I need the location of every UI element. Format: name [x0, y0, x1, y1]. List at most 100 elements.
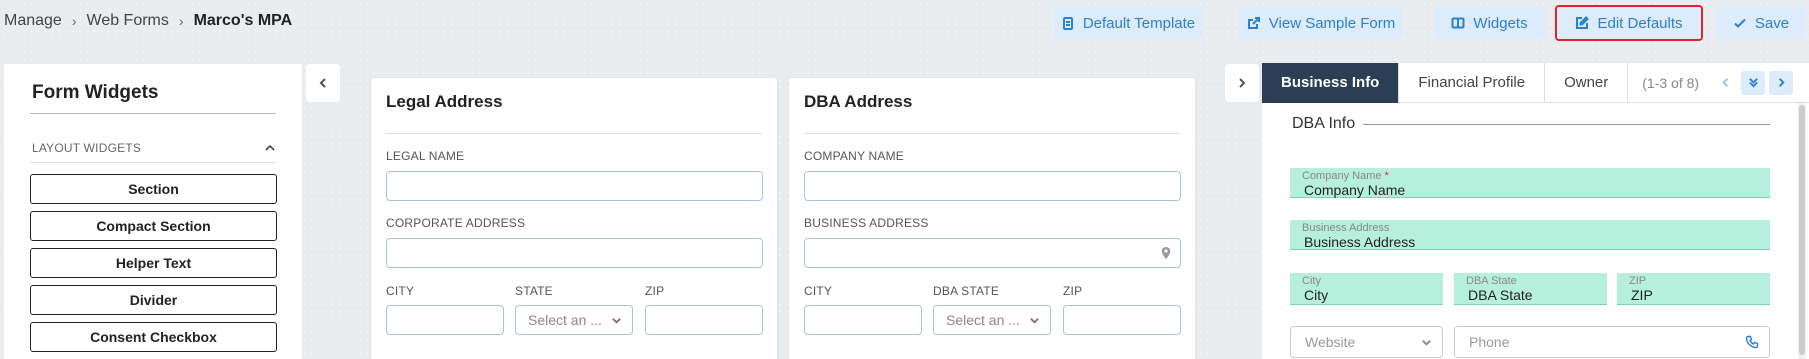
legal-address-card: Legal Address LEGAL NAME CORPORATE ADDRE…	[371, 78, 777, 359]
corporate-address-input[interactable]	[386, 238, 763, 268]
chevron-down-icon	[1422, 339, 1431, 346]
dba-info-legend: DBA Info	[1292, 115, 1364, 133]
tab-pager-text: (1-3 of 8)	[1642, 74, 1700, 91]
chevron-right-icon	[1239, 78, 1246, 88]
widget-consent-checkbox[interactable]: Consent Checkbox	[30, 322, 277, 352]
dba-address-card: DBA Address COMPANY NAME BUSINESS ADDRES…	[789, 78, 1195, 359]
widgets-panel-title: Form Widgets	[32, 82, 159, 103]
chevron-right-icon	[1778, 78, 1785, 87]
widgets-label: Widgets	[1473, 14, 1528, 32]
preview-website-placeholder: Website	[1305, 334, 1356, 350]
tab-financial-profile[interactable]: Financial Profile	[1399, 62, 1546, 103]
divider	[804, 133, 1180, 134]
zip-label: ZIP	[645, 284, 665, 298]
preview-phone-placeholder: Phone	[1469, 334, 1510, 350]
business-address-label: BUSINESS ADDRESS	[804, 216, 929, 230]
form-widgets-panel: Form Widgets LAYOUT WIDGETS Section Comp…	[4, 64, 302, 359]
columns-icon	[1451, 17, 1465, 29]
preview-zip-field[interactable]: ZIP ZIP	[1617, 273, 1770, 305]
preview-phone-input[interactable]: Phone	[1454, 326, 1770, 358]
preview-tabs: Business Info Financial Profile Owner (1…	[1262, 62, 1809, 103]
widget-divider[interactable]: Divider	[30, 285, 277, 315]
layout-widgets-label: LAYOUT WIDGETS	[32, 141, 142, 155]
chevron-right-icon: ›	[178, 13, 184, 29]
chevron-left-icon	[319, 78, 326, 88]
required-mark: *	[1384, 170, 1389, 182]
chevron-up-icon	[265, 144, 275, 151]
tab-business-info[interactable]: Business Info	[1262, 62, 1400, 103]
preview-dba-state-label: DBA State	[1466, 275, 1517, 287]
chevron-down-icon	[1030, 317, 1039, 324]
clipboard-icon	[1062, 17, 1073, 30]
city-input[interactable]	[386, 305, 504, 335]
edit-defaults-label: Edit Defaults	[1597, 14, 1683, 32]
save-label: Save	[1754, 14, 1790, 32]
map-pin-icon	[1161, 247, 1171, 259]
preview-company-name-label: Company Name *	[1302, 170, 1389, 182]
state-select-placeholder: Select an ...	[528, 312, 602, 328]
collapse-left-panel-button[interactable]	[306, 64, 340, 102]
layout-widgets-header[interactable]: LAYOUT WIDGETS	[32, 141, 276, 155]
check-icon	[1734, 18, 1746, 28]
chevron-down-icon	[612, 317, 621, 324]
preview-company-name-field[interactable]: Company Name * Company Name	[1290, 168, 1770, 198]
legal-address-title: Legal Address	[386, 92, 503, 111]
collapse-right-panel-button[interactable]	[1225, 64, 1259, 102]
breadcrumb-web-forms[interactable]: Web Forms	[87, 12, 169, 30]
tab-list-button[interactable]	[1741, 70, 1766, 95]
state-select[interactable]: Select an ...	[515, 305, 633, 335]
city-label: CITY	[386, 284, 415, 298]
chevron-right-icon: ›	[71, 13, 77, 29]
prev-tab-button[interactable]	[1713, 71, 1737, 95]
edit-defaults-button[interactable]: Edit Defaults	[1555, 5, 1703, 41]
widgets-button[interactable]: Widgets	[1434, 7, 1545, 39]
next-tab-button[interactable]	[1769, 70, 1794, 95]
preview-business-address-field[interactable]: Business Address Business Address	[1290, 220, 1770, 250]
company-name-label: COMPANY NAME	[804, 149, 904, 163]
zip-input[interactable]	[1063, 305, 1181, 335]
city-input[interactable]	[804, 305, 922, 335]
preview-business-address-label: Business Address	[1302, 222, 1390, 234]
preview-business-address-value: Business Address	[1304, 234, 1416, 250]
phone-icon	[1745, 335, 1759, 349]
breadcrumb-current: Marco's MPA	[193, 12, 293, 29]
widget-compact-section[interactable]: Compact Section	[30, 211, 277, 241]
preview-city-field[interactable]: City City	[1290, 273, 1443, 305]
zip-label: ZIP	[1063, 284, 1083, 298]
default-template-button[interactable]: Default Template	[1054, 7, 1202, 39]
divider	[30, 113, 276, 114]
chevron-left-icon	[1721, 78, 1728, 87]
breadcrumb: Manage › Web Forms › Marco's MPA	[4, 12, 292, 30]
divider	[30, 162, 276, 163]
state-label: STATE	[515, 284, 553, 298]
dba-state-select[interactable]: Select an ...	[933, 305, 1051, 335]
legal-name-input[interactable]	[386, 171, 763, 201]
widget-section[interactable]: Section	[30, 174, 277, 204]
widget-helper-text[interactable]: Helper Text	[30, 248, 277, 278]
legal-name-label: LEGAL NAME	[386, 149, 465, 163]
preview-company-name-value: Company Name	[1304, 182, 1406, 198]
business-address-input[interactable]	[804, 238, 1181, 268]
preview-scrollbar[interactable]	[1798, 103, 1806, 359]
zip-input[interactable]	[645, 305, 763, 335]
dba-address-title: DBA Address	[804, 92, 913, 111]
double-chevron-down-icon	[1748, 78, 1758, 88]
dba-state-select-placeholder: Select an ...	[946, 312, 1020, 328]
view-sample-form-label: View Sample Form	[1268, 14, 1396, 32]
city-label: CITY	[804, 284, 833, 298]
view-sample-form-button[interactable]: View Sample Form	[1239, 7, 1403, 39]
tab-owner[interactable]: Owner	[1545, 62, 1629, 103]
preview-website-select[interactable]: Website	[1290, 326, 1443, 358]
preview-dba-state-field[interactable]: DBA State DBA State	[1454, 273, 1607, 305]
preview-city-value: City	[1304, 287, 1329, 303]
preview-zip-value: ZIP	[1631, 287, 1653, 303]
breadcrumb-manage[interactable]: Manage	[4, 12, 62, 30]
company-name-input[interactable]	[804, 171, 1181, 201]
edit-icon	[1576, 16, 1590, 29]
divider	[386, 133, 762, 134]
fieldset-line	[1292, 124, 1770, 125]
scrollbar-thumb[interactable]	[1799, 105, 1805, 355]
company-name-label-text: Company Name	[1302, 170, 1382, 182]
save-button[interactable]: Save	[1716, 7, 1806, 39]
external-link-icon	[1247, 17, 1260, 29]
